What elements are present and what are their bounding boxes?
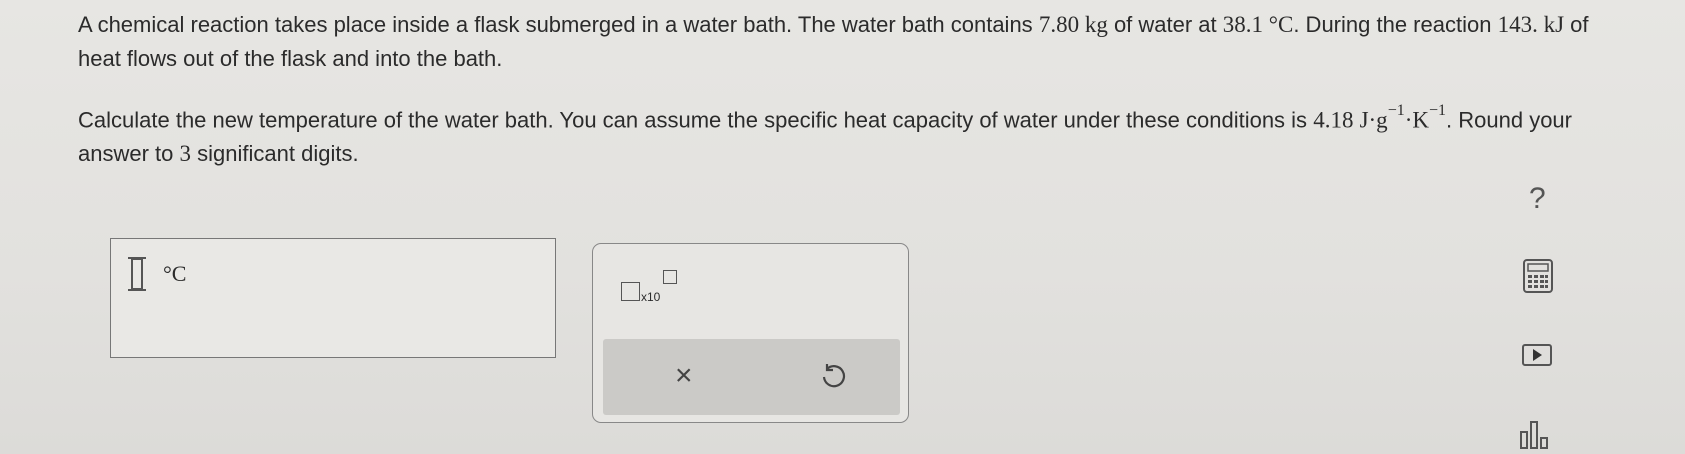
q-text: of water at: [1113, 12, 1217, 37]
q-exponent: −1: [1429, 102, 1447, 119]
q-sig-digits: 3: [179, 141, 192, 167]
q-unit: ·K: [1404, 107, 1429, 133]
answer-unit: °C: [163, 261, 187, 286]
q-temperature: 38.1 °C: [1222, 12, 1294, 37]
q-exponent: −1: [1387, 102, 1405, 119]
tool-bar: ×: [603, 339, 900, 415]
q-text: A chemical reaction takes place inside a…: [78, 12, 1033, 37]
play-icon[interactable]: [1522, 344, 1552, 366]
exponent-box-icon: [663, 270, 677, 284]
question-text: A chemical reaction takes place inside a…: [78, 8, 1598, 171]
clear-icon[interactable]: ×: [675, 359, 693, 393]
q-mass: 7.80 kg: [1038, 12, 1108, 37]
answer-box[interactable]: °C: [110, 238, 556, 358]
q-heat: 143. kJ: [1497, 12, 1565, 37]
question-paragraph-2: Calculate the new temperature of the wat…: [78, 98, 1598, 171]
q-unit: J·g: [1359, 107, 1388, 133]
scientific-notation-button[interactable]: x10: [621, 270, 691, 310]
q-text: significant digits.: [197, 141, 359, 167]
x10-label: x10: [641, 290, 661, 304]
help-icon[interactable]: ?: [1529, 182, 1546, 216]
answer-input[interactable]: [128, 257, 146, 291]
calculator-icon[interactable]: [1523, 259, 1553, 293]
question-paragraph-1: A chemical reaction takes place inside a…: [78, 8, 1598, 76]
undo-icon[interactable]: [818, 361, 848, 391]
tool-panel: x10 ×: [592, 243, 909, 423]
mantissa-box-icon: [621, 282, 640, 301]
q-text: Calculate the new temperature of the wat…: [78, 107, 1308, 133]
q-specific-heat-value: 4.18: [1313, 107, 1354, 133]
q-text: . During the reaction: [1293, 12, 1492, 37]
bar-chart-icon[interactable]: [1519, 418, 1553, 450]
